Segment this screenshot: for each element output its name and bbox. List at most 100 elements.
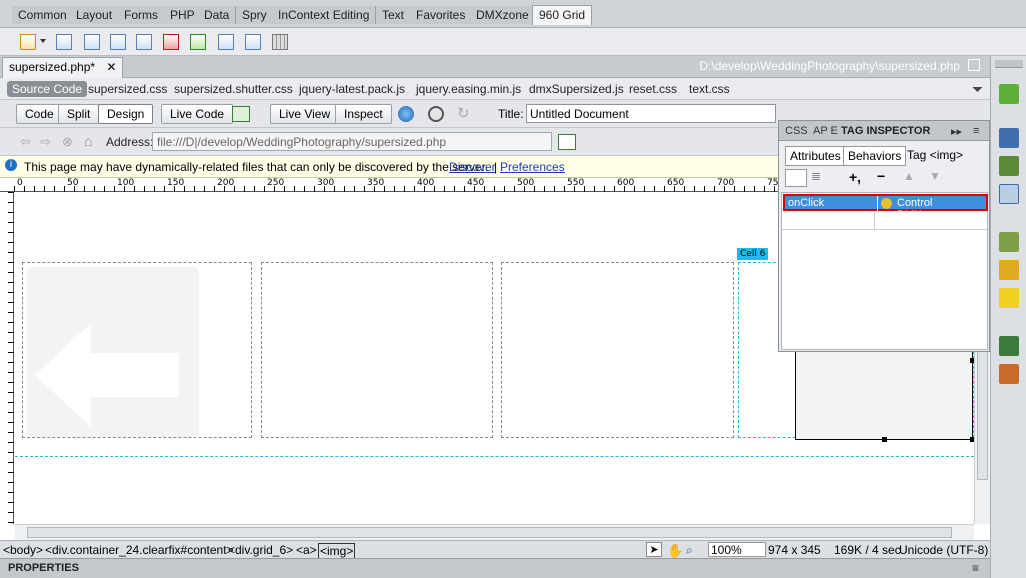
back-icon[interactable]: ⇦ (20, 134, 31, 150)
css-styles-icon[interactable] (999, 128, 1019, 148)
pointer-tool-icon[interactable]: ➤ (646, 542, 662, 557)
forward-icon[interactable]: ⇨ (40, 134, 51, 150)
check-page-icon[interactable] (232, 106, 250, 122)
grid-cell[interactable] (22, 262, 252, 438)
grid-column-icon[interactable] (56, 34, 72, 50)
databases-icon[interactable] (999, 232, 1019, 252)
home-icon[interactable]: ⌂ (84, 133, 92, 149)
split-view-button[interactable]: Split (58, 104, 100, 124)
tab-layout[interactable]: Layout (70, 6, 120, 24)
bindings-icon[interactable] (999, 260, 1019, 280)
tab-ap-elements[interactable]: AP E (813, 125, 838, 137)
panel-menu-icon[interactable]: ≡ (973, 125, 979, 137)
visual-aids-icon[interactable] (428, 106, 444, 122)
resize-handle[interactable] (882, 437, 887, 442)
grid-push-icon[interactable] (136, 34, 152, 50)
tab-php[interactable]: PHP (164, 6, 202, 24)
tag-selector-div-grid[interactable]: <div.grid_6> (228, 543, 293, 557)
tab-960-grid[interactable]: 960 Grid (532, 5, 593, 25)
browser-options-icon[interactable] (558, 134, 576, 150)
scroll-thumb[interactable] (27, 527, 952, 538)
prev-arrow-image[interactable] (27, 267, 199, 437)
grid-pull-icon[interactable] (163, 34, 179, 50)
design-view-button[interactable]: Design (98, 104, 154, 124)
refresh-icon[interactable]: ↻ (457, 104, 470, 122)
grid-overlay-icon[interactable] (272, 34, 288, 50)
tag-selector-a[interactable]: <a> (296, 543, 317, 557)
document-title-field[interactable] (526, 104, 776, 123)
tab-text[interactable]: Text (376, 6, 412, 24)
tag-selector-img[interactable]: <img> (318, 543, 356, 559)
inspect-button[interactable]: Inspect (335, 104, 392, 124)
strip-collapse-bar[interactable] (995, 60, 1023, 68)
address-field[interactable] (152, 132, 552, 151)
tag-selector-div-container[interactable]: <div.container_24.clearfix#content> (45, 543, 234, 557)
tab-favorites[interactable]: Favorites (410, 6, 473, 24)
panel-menu-icon[interactable]: ≡ (972, 561, 979, 575)
show-all-events-icon[interactable]: ≣ (811, 169, 833, 187)
tab-data[interactable]: Data (198, 6, 237, 24)
remove-behavior-button[interactable]: − (877, 168, 885, 184)
properties-panel-header[interactable]: PROPERTIES ≡ (0, 558, 990, 578)
tab-common[interactable]: Common (12, 6, 74, 24)
assets-icon[interactable] (999, 364, 1019, 384)
globe-icon[interactable] (398, 106, 414, 122)
live-view-button[interactable]: Live View (270, 104, 340, 124)
live-code-button[interactable]: Live Code (161, 104, 234, 124)
show-set-events-icon[interactable] (785, 169, 807, 187)
grid-cell[interactable] (261, 262, 493, 438)
document-tab-label: supersized.php* (9, 60, 96, 74)
grid-omega-icon[interactable] (245, 34, 261, 50)
related-file[interactable]: reset.css (629, 82, 677, 96)
expand-icon[interactable]: ▸▸ (951, 125, 962, 138)
document-tab[interactable]: supersized.php* ✕ (2, 57, 124, 78)
zoom-select[interactable]: 100% (708, 542, 766, 557)
stop-icon[interactable]: ⊗ (62, 134, 73, 150)
restore-window-icon[interactable] (968, 59, 980, 71)
code-view-button[interactable]: Code (16, 104, 63, 124)
preferences-link[interactable]: Preferences (500, 160, 565, 174)
ap-elements-icon[interactable] (999, 156, 1019, 176)
ruler-tick: 650 (667, 178, 685, 188)
related-file[interactable]: supersized.css (88, 82, 167, 96)
window-size[interactable]: 974 x 345 (768, 543, 821, 557)
hand-tool-icon[interactable]: ✋ (667, 543, 683, 559)
related-file[interactable]: text.css (689, 82, 730, 96)
tab-css[interactable]: CSS (785, 125, 808, 137)
add-behavior-button[interactable]: +, (849, 169, 861, 185)
zoom-tool-icon[interactable]: ⌕ (686, 543, 693, 558)
grid-container-icon[interactable] (20, 34, 36, 50)
chevron-down-icon[interactable] (40, 39, 46, 43)
tab-spry[interactable]: Spry (236, 6, 274, 24)
filter-icon[interactable]: ⏷ (972, 81, 983, 98)
behaviors-list[interactable]: onClick Control DMXzon... (781, 192, 988, 350)
related-file[interactable]: dmxSupersized.js (529, 82, 624, 96)
move-down-icon[interactable]: ▼ (929, 169, 941, 183)
files-icon[interactable] (999, 336, 1019, 356)
grid-prefix-icon[interactable] (84, 34, 100, 50)
horizontal-scrollbar[interactable] (15, 524, 974, 540)
tag-selector-body[interactable]: <body> (3, 543, 43, 557)
tag-inspector-icon[interactable] (999, 184, 1019, 204)
insert-panel-icon[interactable] (999, 84, 1019, 104)
move-up-icon[interactable]: ▲ (903, 169, 915, 183)
tab-incontext-editing[interactable]: InContext Editing (272, 6, 377, 24)
grid-suffix-icon[interactable] (110, 34, 126, 50)
related-file[interactable]: supersized.shutter.css (174, 82, 293, 96)
server-behaviors-icon[interactable] (999, 288, 1019, 308)
close-icon[interactable]: ✕ (106, 60, 116, 74)
tag-name-label: Tag <img> (907, 148, 964, 162)
grid-alpha-icon[interactable] (218, 34, 234, 50)
grid-columns-icon[interactable] (190, 34, 206, 50)
tab-forms[interactable]: Forms (118, 6, 165, 24)
grid-cell[interactable] (501, 262, 734, 438)
related-file[interactable]: jquery-latest.pack.js (299, 82, 405, 96)
related-file-source-code[interactable]: Source Code (7, 81, 88, 97)
related-file[interactable]: jquery.easing.min.js (416, 82, 521, 96)
behaviors-tab[interactable]: Behaviors (843, 146, 907, 166)
tab-tag-inspector[interactable]: TAG INSPECTOR (841, 125, 930, 137)
discover-link[interactable]: Discover (449, 160, 496, 174)
behavior-row-selected[interactable]: onClick Control DMXzon... (783, 194, 988, 221)
tab-dmxzone[interactable]: DMXzone (470, 6, 536, 24)
attributes-tab[interactable]: Attributes (785, 146, 846, 166)
